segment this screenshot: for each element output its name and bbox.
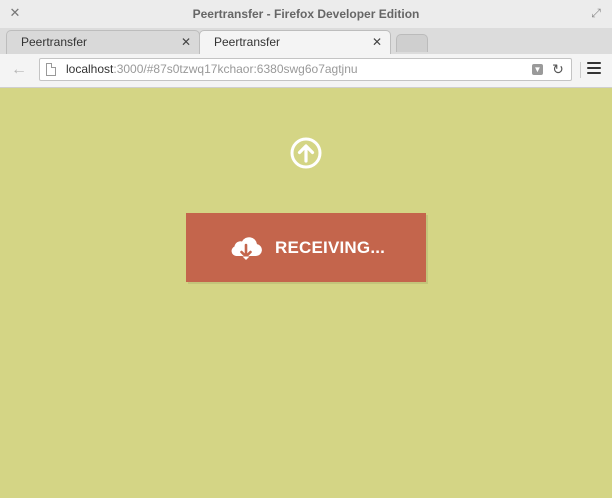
url-dropdown-icon[interactable]: ▼ [532,64,543,75]
tab-label: Peertransfer [21,35,88,49]
back-arrow-icon[interactable]: ← [8,60,30,80]
navigation-bar: ← localhost:3000/#87s0tzwq17kchaor:6380s… [0,54,612,88]
tab-peertransfer-1[interactable]: Peertransfer ✕ [6,30,200,54]
tab-close-icon[interactable]: ✕ [181,31,191,54]
receiving-status-button[interactable]: RECEIVING... [186,213,426,282]
hamburger-menu-icon[interactable] [580,62,601,78]
window-maximize-button[interactable]: ⤢ [589,6,603,20]
new-tab-button[interactable] [396,34,428,52]
window-title: Peertransfer - Firefox Developer Edition [192,7,420,21]
page-icon [46,63,56,76]
url-text[interactable]: localhost:3000/#87s0tzwq17kchaor:6380swg… [66,59,358,80]
status-label: RECEIVING... [275,238,386,257]
reload-icon[interactable]: ↻ [550,61,566,77]
url-bar[interactable]: localhost:3000/#87s0tzwq17kchaor:6380swg… [39,58,572,81]
window-titlebar: ✕ Peertransfer - Firefox Developer Editi… [0,0,612,29]
cloud-download-icon [231,237,262,260]
url-path: :3000/#87s0tzwq17kchaor:6380swg6o7agtjnu [113,62,358,76]
arrow-up-circle-icon[interactable] [290,137,322,169]
tab-close-icon[interactable]: ✕ [372,31,382,54]
tab-peertransfer-2[interactable]: Peertransfer ✕ [199,30,391,55]
url-host: localhost [66,62,114,76]
tab-label: Peertransfer [214,35,281,49]
tab-strip: Peertransfer ✕ Peertransfer ✕ [0,28,612,55]
